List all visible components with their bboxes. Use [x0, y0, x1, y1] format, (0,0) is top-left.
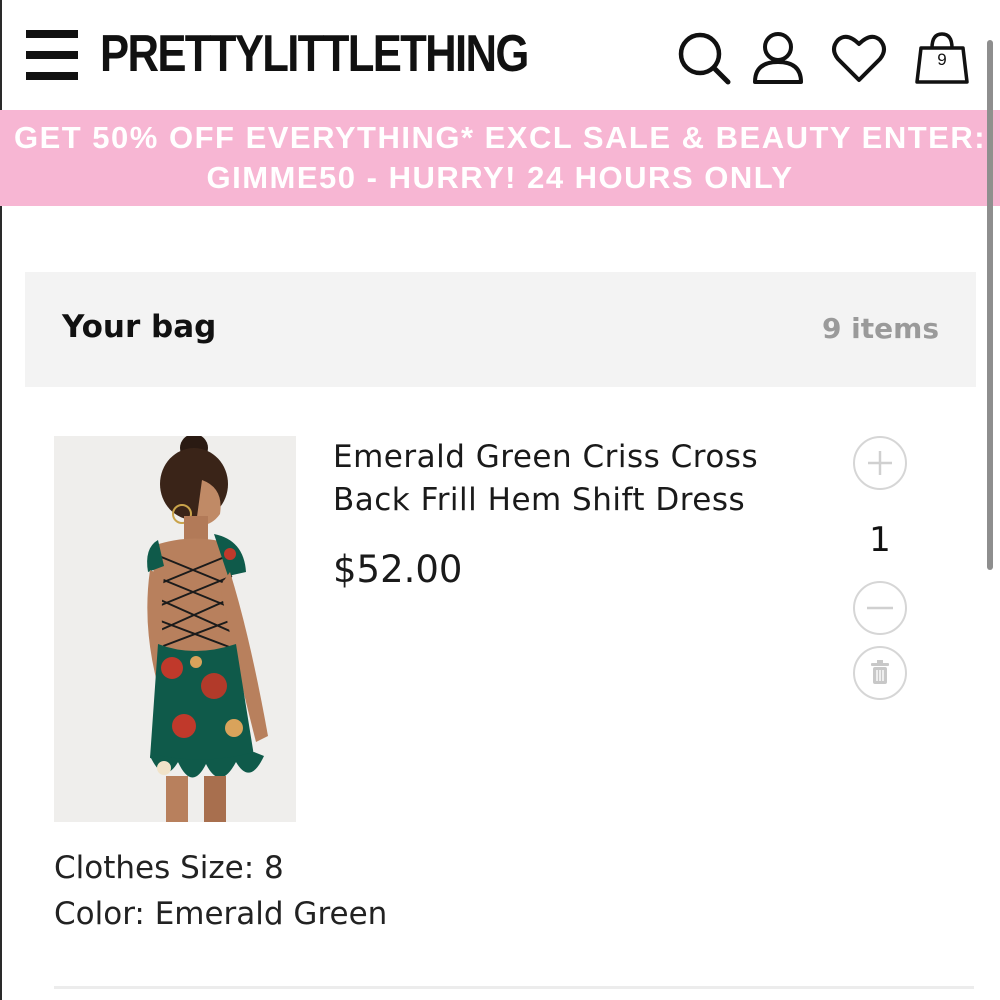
- product-color: Color: Emerald Green: [54, 896, 388, 932]
- search-icon[interactable]: [676, 30, 732, 86]
- product-name[interactable]: Emerald Green Criss Cross Back Frill Hem…: [333, 436, 803, 522]
- bag-title: Your bag: [62, 309, 217, 345]
- shopping-bag-icon[interactable]: 9: [913, 30, 971, 86]
- promo-line-1: GET 50% OFF EVERYTHING* EXCL SALE & BEAU…: [13, 120, 987, 155]
- account-icon[interactable]: [750, 30, 806, 86]
- trash-icon: [871, 660, 889, 684]
- product-price: $52.00: [333, 548, 463, 591]
- promo-line-2: GIMME50 - HURRY! 24 HOURS ONLY: [206, 160, 794, 195]
- minus-icon: [867, 606, 893, 610]
- item-divider: [54, 986, 974, 989]
- plus-icon: [868, 451, 892, 475]
- wishlist-heart-icon[interactable]: [831, 30, 887, 86]
- brand-logo[interactable]: PRETTYLITTLETHING: [100, 22, 529, 86]
- quantity-decrease-button[interactable]: [853, 581, 907, 635]
- remove-item-button[interactable]: [853, 646, 907, 700]
- site-header: PRETTYLITTLETHING 9: [0, 0, 1000, 110]
- quantity-increase-button[interactable]: [853, 436, 907, 490]
- bag-item-count: 9 items: [821, 312, 939, 345]
- promo-banner[interactable]: GET 50% OFF EVERYTHING* EXCL SALE & BEAU…: [0, 110, 1000, 206]
- product-size: Clothes Size: 8: [54, 850, 284, 886]
- quantity-value: 1: [869, 520, 891, 560]
- menu-icon[interactable]: [26, 30, 78, 80]
- scrollbar[interactable]: [987, 40, 993, 570]
- bag-count-badge: 9: [937, 50, 947, 69]
- product-image[interactable]: [54, 436, 296, 822]
- bag-header: Your bag 9 items: [25, 272, 976, 387]
